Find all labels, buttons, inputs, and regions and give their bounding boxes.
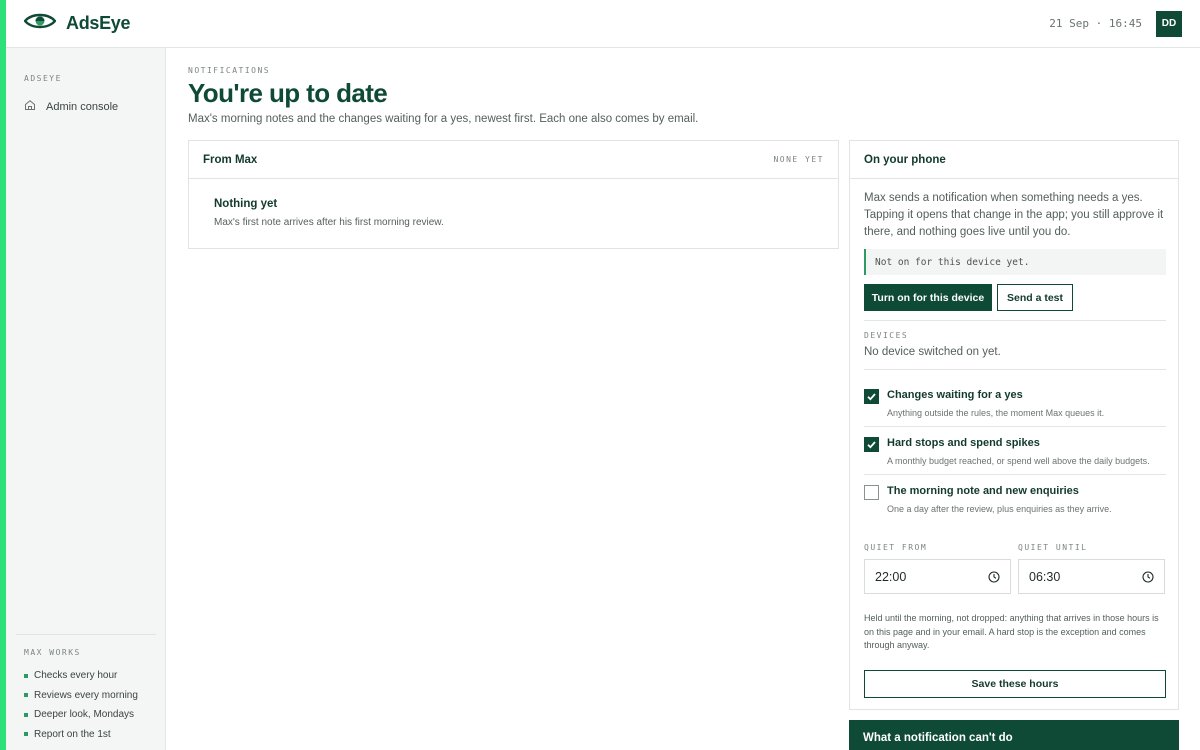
devices-value: No device switched on yet. bbox=[864, 346, 1001, 358]
list-item: Report on the 1st bbox=[24, 725, 138, 745]
sidebar-item-admin-console[interactable]: Admin console bbox=[24, 98, 118, 116]
checkbox[interactable] bbox=[864, 437, 879, 452]
card-title: From Max bbox=[203, 153, 258, 166]
sidebar-divider bbox=[16, 634, 156, 635]
quiet-from-label: QUIET FROM bbox=[864, 543, 928, 552]
empty-state-title: Nothing yet bbox=[214, 198, 278, 210]
list-item: Deeper look, Mondays bbox=[24, 705, 138, 725]
list-item: Checks every hour bbox=[24, 666, 138, 686]
quiet-hours-note: Held until the morning, not dropped: any… bbox=[864, 613, 1159, 650]
empty-state-text: Max's first note arrives after his first… bbox=[214, 217, 444, 228]
list-item: Reviews every morning bbox=[24, 686, 138, 706]
quiet-until-input[interactable]: 06:30 bbox=[1018, 559, 1165, 594]
bullet-icon bbox=[24, 693, 28, 698]
divider bbox=[864, 369, 1166, 370]
sidebar-item-label: Admin console bbox=[46, 101, 119, 113]
divider bbox=[864, 474, 1166, 475]
max-works-label: MAX WORKS bbox=[24, 648, 81, 657]
quiet-until-label: QUIET UNTIL bbox=[1018, 543, 1088, 552]
datetime: 21 Sep · 16:45 bbox=[1049, 17, 1142, 30]
pref-desc: Anything outside the rules, the moment M… bbox=[887, 408, 1105, 418]
clock-icon bbox=[1142, 570, 1154, 583]
card-title: What a notification can't do bbox=[863, 732, 1013, 744]
home-icon bbox=[24, 98, 36, 116]
card-title: On your phone bbox=[864, 153, 946, 166]
pref-title: Hard stops and spend spikes bbox=[887, 437, 1040, 449]
brand[interactable]: AdsEye bbox=[23, 12, 131, 35]
divider bbox=[864, 320, 1166, 321]
brand-name: AdsEye bbox=[66, 13, 131, 33]
cant-do-card[interactable]: What a notification can't do bbox=[849, 720, 1179, 750]
quiet-from-input[interactable]: 22:00 bbox=[864, 559, 1011, 594]
sidebar: ADSEYE Admin console MAX WORKS Checks ev… bbox=[6, 48, 166, 750]
page-subtitle: Max's morning notes and the changes wait… bbox=[188, 113, 699, 125]
eye-logo-icon bbox=[23, 12, 57, 35]
top-bar: AdsEye 21 Sep · 16:45 DD bbox=[6, 0, 1200, 48]
send-test-button[interactable]: Send a test bbox=[997, 284, 1073, 311]
device-status: Not on for this device yet. bbox=[864, 249, 1166, 275]
pref-desc: A monthly budget reached, or spend well … bbox=[887, 456, 1150, 466]
phone-intro: Max sends a notification when something … bbox=[864, 192, 1164, 238]
checkbox[interactable] bbox=[864, 389, 879, 404]
phone-notifications-card: On your phone Max sends a notification w… bbox=[849, 140, 1179, 710]
status-badge: NONE YET bbox=[773, 155, 824, 164]
card-header: From Max NONE YET bbox=[189, 141, 838, 179]
pref-title: Changes waiting for a yes bbox=[887, 389, 1023, 401]
turn-on-button[interactable]: Turn on for this device bbox=[864, 284, 992, 311]
check-icon bbox=[867, 441, 876, 449]
sidebar-section-label: ADSEYE bbox=[24, 74, 62, 83]
page-title: You're up to date bbox=[188, 78, 388, 108]
bullet-icon bbox=[24, 712, 28, 717]
clock-icon bbox=[988, 570, 1000, 583]
avatar[interactable]: DD bbox=[1156, 10, 1182, 37]
card-header: On your phone bbox=[850, 141, 1178, 179]
bullet-icon bbox=[24, 732, 28, 737]
page-eyebrow: NOTIFICATIONS bbox=[188, 66, 271, 75]
save-hours-button[interactable]: Save these hours bbox=[864, 670, 1166, 698]
bullet-icon bbox=[24, 673, 28, 678]
devices-label: DEVICES bbox=[864, 331, 909, 340]
pref-title: The morning note and new enquiries bbox=[887, 485, 1079, 497]
divider bbox=[864, 426, 1166, 427]
max-works-list: Checks every hour Reviews every morning … bbox=[24, 666, 138, 744]
pref-desc: One a day after the review, plus enquiri… bbox=[887, 504, 1112, 514]
check-icon bbox=[867, 393, 876, 401]
from-max-card: From Max NONE YET Nothing yet Max's firs… bbox=[188, 140, 839, 249]
checkbox[interactable] bbox=[864, 485, 879, 500]
